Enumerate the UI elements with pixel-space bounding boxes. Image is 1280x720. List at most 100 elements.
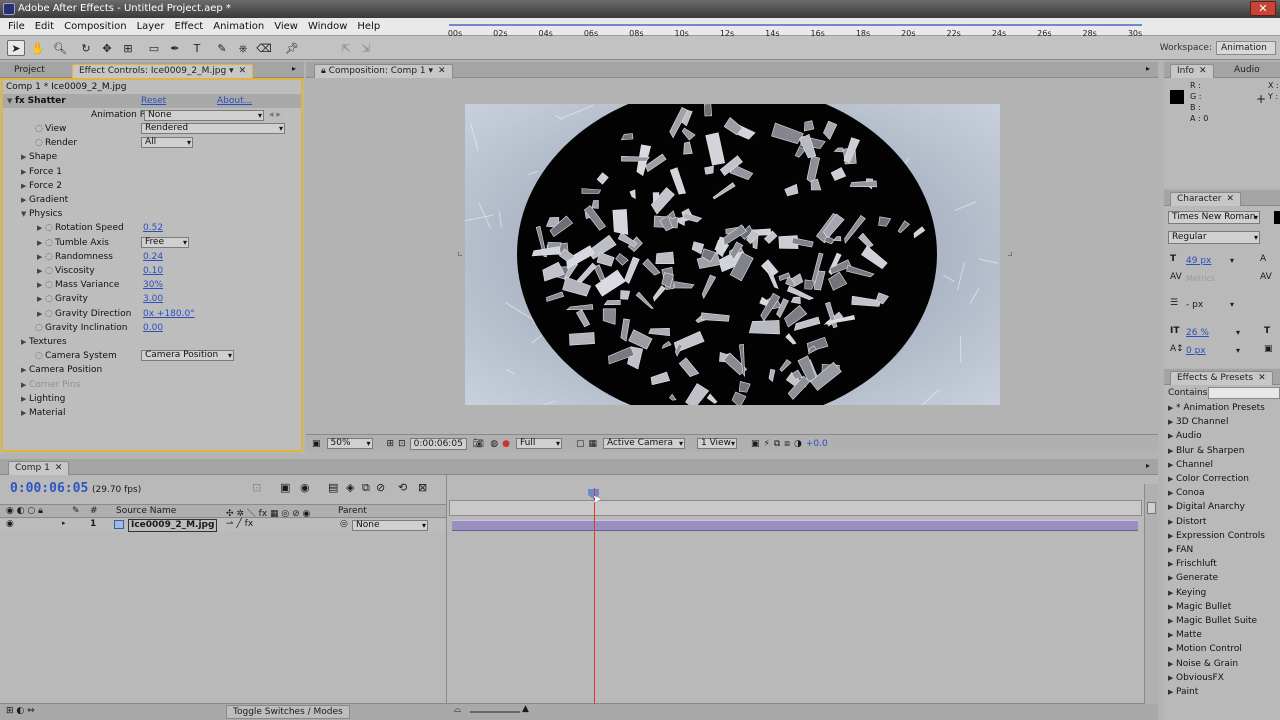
effect-prop-mass-variance[interactable]: ▶ ◌ Mass Variance: [37, 278, 119, 292]
stopwatch-icon[interactable]: ◌: [45, 292, 55, 306]
composition-time-bar[interactable]: [449, 500, 1142, 516]
expand-triangle-icon[interactable]: ▶: [21, 406, 29, 420]
font-size-dropdown-icon[interactable]: ▾: [1230, 256, 1234, 265]
world-axis-mode-icon[interactable]: ⇲: [357, 40, 375, 56]
expand-triangle-icon[interactable]: ▶: [1168, 518, 1176, 526]
fast-previews-icon[interactable]: ⚡: [764, 439, 770, 449]
effect-prop-gravity[interactable]: ▶ ◌ Gravity: [37, 292, 88, 306]
type-tool-icon[interactable]: T: [188, 40, 206, 56]
effects-category[interactable]: ▶ * Animation Presets: [1168, 403, 1265, 413]
layer-duration-bar[interactable]: [452, 520, 1138, 531]
tab-audio[interactable]: Audio: [1228, 64, 1266, 78]
timeline-scrollbar[interactable]: [1144, 484, 1158, 704]
tab-project[interactable]: Project: [8, 64, 51, 78]
prop-value[interactable]: 30%: [143, 278, 163, 292]
tab-dropdown-icon[interactable]: ▾: [229, 66, 234, 76]
menu-layer[interactable]: Layer: [132, 21, 170, 32]
local-axis-mode-icon[interactable]: ⇱: [337, 40, 355, 56]
layer-name[interactable]: Ice0009_2_M.jpg: [128, 519, 218, 532]
effects-category[interactable]: ▶ FAN: [1168, 545, 1193, 555]
prop-value[interactable]: 0.24: [143, 250, 163, 264]
effects-category[interactable]: ▶ Generate: [1168, 573, 1218, 583]
expand-triangle-icon[interactable]: ▶: [1168, 603, 1176, 611]
expand-triangle-icon[interactable]: ▶: [1168, 546, 1176, 554]
tab-composition[interactable]: 🔒︎ Composition: Comp 1 ▾ ✕: [314, 64, 453, 78]
tab-close-icon[interactable]: ✕: [1226, 194, 1234, 204]
animation-presets-dropdown[interactable]: None: [144, 110, 264, 121]
font-size-value[interactable]: 49 px: [1186, 256, 1211, 266]
expand-triangle-icon[interactable]: ▶: [37, 278, 45, 292]
tab-dropdown-icon[interactable]: ▾: [429, 66, 434, 76]
effect-prop-material[interactable]: ▶ Material: [21, 406, 66, 420]
baseline-dropdown-icon[interactable]: ▾: [1236, 346, 1240, 355]
parent-dropdown[interactable]: None: [352, 520, 428, 531]
effects-category[interactable]: ▶ Blur & Sharpen: [1168, 446, 1244, 456]
effects-category[interactable]: ▶ Matte: [1168, 630, 1202, 640]
layer-expand-icon[interactable]: ▸: [62, 519, 66, 527]
toggle-pixel-aspect-icon[interactable]: ▣: [751, 439, 760, 449]
tab-info[interactable]: Info ✕: [1170, 64, 1214, 78]
prop-dropdown[interactable]: Free: [141, 236, 189, 248]
draft-3d-icon[interactable]: ▣: [280, 481, 290, 494]
brush-tool-icon[interactable]: ✎: [213, 40, 231, 56]
frame-blending-icon[interactable]: ▤: [328, 481, 338, 494]
puppet-pin-tool-icon[interactable]: 📌︎: [283, 40, 301, 56]
menu-file[interactable]: File: [3, 21, 30, 32]
effects-category[interactable]: ▶ Motion Control: [1168, 644, 1242, 654]
fx-icon[interactable]: fx: [15, 96, 25, 106]
zoom-tool-icon[interactable]: 🔍︎: [51, 40, 69, 56]
effect-prop-lighting[interactable]: ▶ Lighting: [21, 392, 65, 406]
effects-category[interactable]: ▶ Paint: [1168, 687, 1198, 697]
exposure-value[interactable]: +0.0: [806, 439, 828, 449]
expand-triangle-icon[interactable]: ▶: [37, 292, 45, 306]
prop-value[interactable]: 3.00: [143, 292, 163, 306]
current-time-display[interactable]: 0:00:06:05: [10, 481, 88, 496]
resolution-dropdown[interactable]: Full: [515, 438, 562, 449]
prop-value[interactable]: 0.10: [143, 264, 163, 278]
motion-blur-icon[interactable]: ◈: [346, 481, 354, 494]
expand-triangle-icon[interactable]: ▶: [1168, 475, 1176, 483]
effect-header[interactable]: ▼ fx Shatter: [7, 94, 66, 108]
prop-value[interactable]: 0.52: [143, 221, 163, 235]
effects-category[interactable]: ▶ Expression Controls: [1168, 531, 1265, 541]
stopwatch-icon[interactable]: ◌: [35, 321, 45, 335]
baseline-shift-value[interactable]: 0 px: [1186, 346, 1206, 356]
stopwatch-icon[interactable]: ◌: [45, 278, 55, 292]
expand-triangle-icon[interactable]: ▶: [37, 264, 45, 278]
time-ruler[interactable]: 00s 02s 04s 06s 08s 10s 12s 14s 16s 18s 20s 22s 24s 2…: [447, 24, 1144, 42]
zoom-dropdown[interactable]: 50%: [326, 438, 373, 449]
effects-category[interactable]: ▶ Color Correction: [1168, 474, 1249, 484]
effect-prop-camera-system[interactable]: ◌ Camera System: [35, 349, 117, 363]
effects-category[interactable]: ▶ Magic Bullet Suite: [1168, 616, 1257, 626]
expand-triangle-icon[interactable]: ▶: [21, 363, 29, 377]
stopwatch-icon[interactable]: ◌: [45, 250, 55, 264]
prop-value[interactable]: 0x +180.0°: [143, 307, 195, 321]
auto-keyframe-icon[interactable]: ⊘: [376, 481, 385, 494]
column-parent[interactable]: Parent: [338, 506, 367, 516]
expand-triangle-icon[interactable]: ▶: [21, 150, 29, 164]
stopwatch-icon[interactable]: ◌: [45, 221, 55, 235]
expand-triangle-icon[interactable]: ▶: [37, 250, 45, 264]
tab-character[interactable]: Character ✕: [1170, 192, 1241, 206]
effect-prop-force-1[interactable]: ▶ Force 1: [21, 165, 62, 179]
hand-tool-icon[interactable]: ✋: [29, 40, 47, 56]
channel-icon[interactable]: ●: [502, 439, 510, 449]
preset-nav-icons[interactable]: ◂ ▸: [269, 108, 281, 122]
flowchart-icon[interactable]: ⧈: [784, 439, 790, 449]
effect-prop-view[interactable]: ◌ View: [35, 122, 66, 136]
expand-triangle-icon[interactable]: ▶: [37, 236, 45, 250]
show-snapshot-icon[interactable]: ◍: [490, 439, 498, 449]
stopwatch-icon[interactable]: ◌: [45, 264, 55, 278]
expand-triangle-icon[interactable]: ▶: [1168, 418, 1176, 426]
expand-triangle-icon[interactable]: ▶: [21, 335, 29, 349]
tab-comp-1[interactable]: Comp 1 ✕: [8, 461, 70, 475]
fill-color-swatch[interactable]: [1274, 211, 1280, 224]
stopwatch-icon[interactable]: ◌: [35, 349, 45, 363]
font-family-dropdown[interactable]: Times New Roman: [1168, 211, 1260, 224]
vertical-scale-dropdown-icon[interactable]: ▾: [1236, 328, 1240, 337]
prop-value[interactable]: 0.00: [143, 321, 163, 335]
transparency-grid-icon[interactable]: ▦: [588, 439, 597, 449]
prop-dropdown[interactable]: Camera Position: [141, 350, 234, 362]
expand-triangle-icon[interactable]: ▶: [1168, 489, 1176, 497]
effect-prop-gradient[interactable]: ▶ Gradient: [21, 193, 68, 207]
